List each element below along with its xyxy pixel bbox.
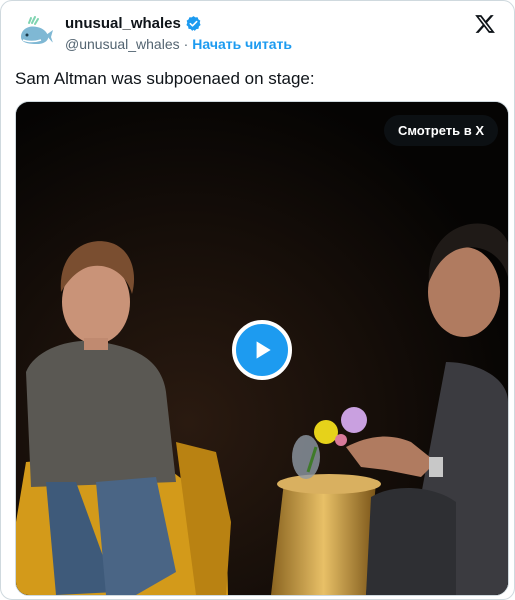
follow-button[interactable]: Начать читать — [192, 36, 292, 52]
play-button[interactable] — [232, 320, 292, 380]
name-row: unusual_whales — [65, 15, 202, 32]
play-icon — [256, 341, 271, 359]
separator: · — [183, 36, 189, 52]
video-player[interactable]: Смотреть в X — [15, 101, 509, 596]
tweet-card[interactable]: unusual_whales @unusual_whales · Начать … — [0, 0, 515, 600]
handle-row: @unusual_whales · Начать читать — [65, 36, 292, 52]
display-name[interactable]: unusual_whales — [65, 15, 181, 32]
verified-badge-icon — [185, 15, 202, 32]
tweet-header: unusual_whales @unusual_whales · Начать … — [15, 11, 502, 55]
x-logo-icon[interactable] — [474, 13, 496, 35]
handle[interactable]: @unusual_whales — [65, 36, 180, 52]
avatar[interactable] — [15, 13, 55, 53]
whale-icon — [15, 13, 55, 53]
watch-on-x-button[interactable]: Смотреть в X — [383, 115, 498, 146]
tweet-text: Sam Altman was subpoenaed on stage: — [15, 69, 315, 88]
